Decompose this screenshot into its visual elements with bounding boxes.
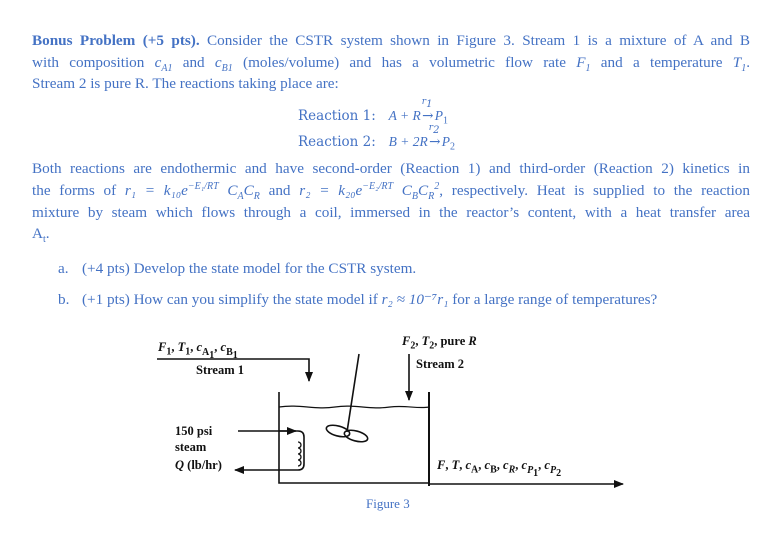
stream-1-label: Stream 1 bbox=[196, 363, 245, 377]
stream-2-variables: F2, T2, pure R bbox=[402, 334, 477, 352]
coil-turns bbox=[297, 441, 302, 467]
figure-caption: Figure 3 bbox=[366, 496, 410, 511]
steam-label-2: steam bbox=[175, 440, 207, 454]
steam-label-3: Q (lb/hr) bbox=[175, 458, 222, 472]
liquid-surface bbox=[278, 405, 430, 409]
stirrer-shaft bbox=[346, 353, 360, 433]
stream-2-label: Stream 2 bbox=[416, 357, 465, 371]
outlet-variables: F, T, cA, cB, cR, cP1, cP2 bbox=[437, 458, 562, 479]
stream-1-variables: F1, T1, cA1, cB1 bbox=[158, 340, 238, 361]
cstr-diagram bbox=[157, 353, 624, 488]
steam-label-1: 150 psi bbox=[175, 424, 213, 438]
